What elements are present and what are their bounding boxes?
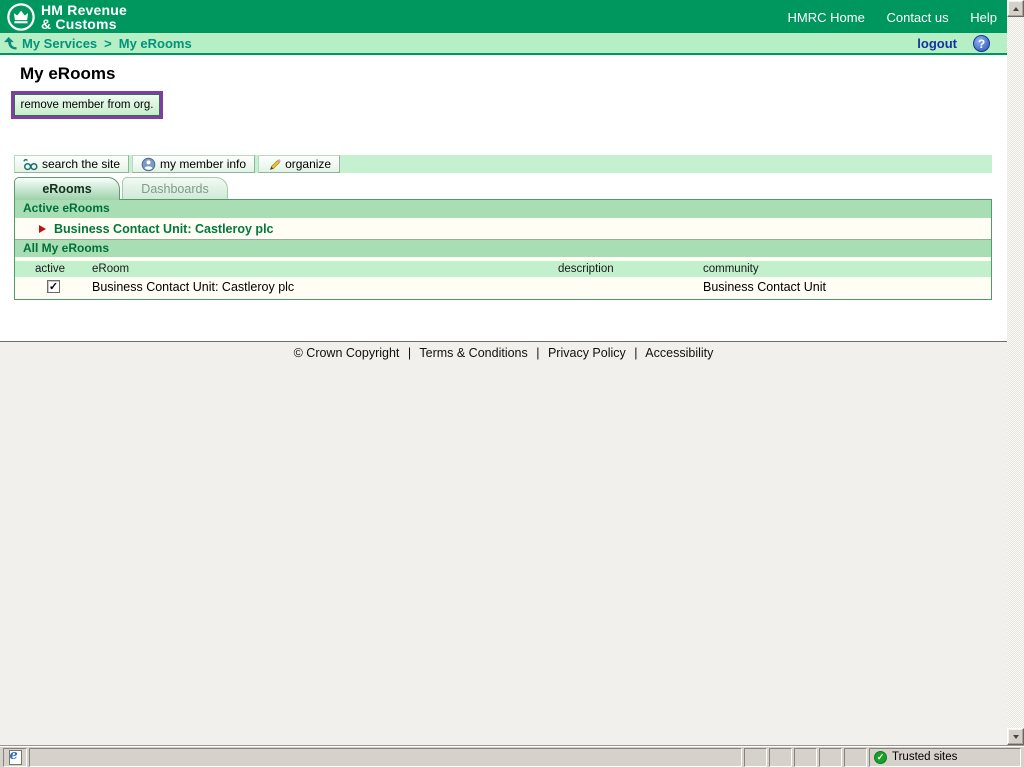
hmrc-logo: HM Revenue & Customs — [6, 2, 127, 32]
breadcrumb: My Services > My eRooms logout ? — [0, 33, 1007, 55]
contact-us-link[interactable]: Contact us — [886, 10, 948, 25]
hmrc-home-link[interactable]: HMRC Home — [788, 10, 865, 25]
scroll-down-button[interactable] — [1007, 728, 1024, 745]
table-row: ✓ Business Contact Unit: Castleroy plc B… — [15, 277, 991, 297]
active-checkbox[interactable]: ✓ — [47, 280, 60, 293]
page-lower-area — [0, 342, 1007, 745]
organize-label: organize — [285, 157, 332, 171]
status-panel — [844, 747, 867, 767]
browser-viewport: HM Revenue & Customs HMRC Home Contact u… — [0, 0, 1024, 768]
table-header-row: active eRoom description community — [15, 261, 991, 277]
column-active: active — [35, 263, 66, 275]
tab-erooms[interactable]: eRooms — [14, 177, 120, 200]
active-erooms-header: Active eRooms — [15, 200, 991, 218]
tab-dashboards[interactable]: Dashboards — [122, 177, 228, 199]
logo-text: HM Revenue & Customs — [41, 2, 128, 32]
active-eroom-link[interactable]: Business Contact Unit: Castleroy plc — [54, 222, 274, 236]
erooms-table: active eRoom description community ✓ Bus… — [15, 261, 991, 297]
cell-eroom: Business Contact Unit: Castleroy plc — [92, 280, 295, 294]
column-community: community — [703, 263, 759, 275]
vertical-scrollbar[interactable] — [1007, 0, 1024, 745]
up-arrow-icon[interactable] — [4, 36, 17, 50]
erooms-panel: Active eRooms Business Contact Unit: Cas… — [14, 199, 992, 300]
scroll-up-button[interactable] — [1007, 0, 1024, 17]
column-eroom: eRoom — [92, 263, 130, 275]
footer-separator: | — [407, 346, 412, 360]
trusted-sites-check-icon: ✓ — [874, 750, 887, 764]
member-icon — [141, 157, 156, 172]
annotation-highlight: remove member from org. — [11, 91, 163, 119]
internet-explorer-page-icon: e — [8, 748, 22, 765]
page-title: My eRooms — [20, 64, 116, 83]
search-the-site-label: search the site — [42, 157, 121, 171]
organize-button[interactable]: organize — [258, 155, 341, 173]
toolbar: search the site my member info organize — [14, 155, 992, 173]
security-zone-panel: ✓ Trusted sites — [869, 747, 1021, 767]
breadcrumb-separator: > — [104, 35, 112, 51]
scroll-down-arrow-icon — [1012, 734, 1019, 739]
breadcrumb-my-services[interactable]: My Services — [22, 36, 97, 51]
crown-icon — [6, 2, 36, 32]
column-description: description — [558, 263, 614, 275]
cell-community: Business Contact Unit — [703, 280, 826, 294]
privacy-policy-link[interactable]: Privacy Policy — [548, 346, 626, 360]
logout-link[interactable]: logout — [917, 36, 957, 51]
accessibility-link[interactable]: Accessibility — [645, 346, 713, 360]
pencil-icon — [267, 157, 282, 171]
footer-separator: | — [634, 346, 638, 360]
security-zone-label: Trusted sites — [892, 751, 958, 763]
footer: © Crown Copyright | Terms & Conditions |… — [0, 346, 1007, 360]
my-member-info-button[interactable]: my member info — [132, 155, 256, 173]
status-panel — [819, 747, 842, 767]
active-eroom-row: Business Contact Unit: Castleroy plc — [15, 218, 991, 239]
scroll-up-arrow-icon — [1012, 6, 1019, 11]
remove-member-button[interactable]: remove member from org. — [14, 94, 160, 116]
tab-bar: eRooms Dashboards — [14, 177, 228, 200]
status-bar: e ✓ Trusted sites — [0, 745, 1024, 768]
help-link[interactable]: Help — [970, 10, 997, 25]
all-my-erooms-header: All My eRooms — [15, 239, 991, 257]
search-the-site-button[interactable]: search the site — [14, 155, 130, 173]
header-links: HMRC Home Contact us Help — [770, 10, 997, 25]
binoculars-icon — [23, 158, 38, 171]
my-member-info-label: my member info — [160, 157, 247, 171]
red-arrow-icon — [39, 224, 46, 233]
help-icon[interactable]: ? — [973, 35, 990, 52]
status-message-panel — [29, 747, 742, 767]
crown-copyright-link[interactable]: © Crown Copyright — [294, 346, 400, 360]
status-panel — [794, 747, 817, 767]
site-header: HM Revenue & Customs HMRC Home Contact u… — [0, 0, 1007, 33]
status-icon-panel: e — [3, 747, 27, 767]
terms-conditions-link[interactable]: Terms & Conditions — [419, 346, 527, 360]
breadcrumb-my-erooms[interactable]: My eRooms — [119, 36, 192, 51]
status-panel — [744, 747, 767, 767]
status-panel — [769, 747, 792, 767]
footer-separator: | — [536, 346, 540, 360]
